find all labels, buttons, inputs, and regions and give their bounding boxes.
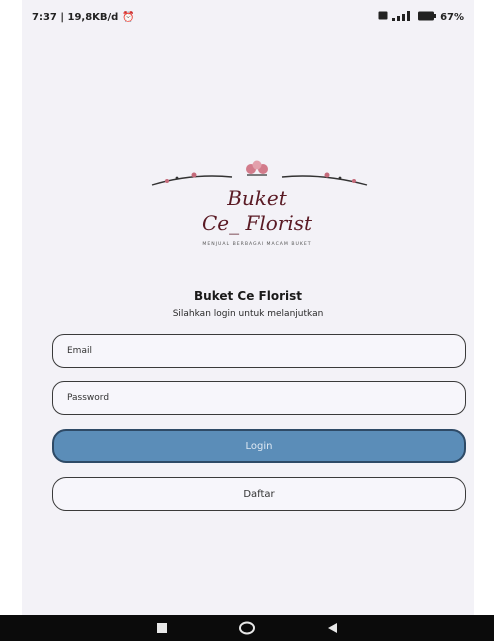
password-field[interactable] (52, 381, 466, 415)
password-input[interactable] (53, 393, 465, 403)
logo-line2: Ce_ Florist (202, 211, 313, 235)
login-button-label: Login (245, 440, 273, 452)
back-icon[interactable] (322, 620, 342, 636)
page-title: Buket Ce Florist (194, 289, 302, 303)
signal-icon (392, 10, 414, 24)
logo-tagline: MENJUAL BERBAGAI MACAM BUKET (202, 241, 311, 247)
app-screen: 7:37 | 19,8KB/d ⏰ 67% Buket Ce_ Florist … (22, 0, 474, 641)
battery-icon (418, 11, 437, 24)
sim-icon (378, 11, 388, 23)
page-subtitle: Silahkan login untuk melanjutkan (172, 309, 324, 319)
status-right: 67% (378, 10, 464, 24)
status-time-speed: 7:37 | 19,8KB/d (32, 11, 119, 23)
register-button-label: Daftar (243, 488, 275, 500)
register-button[interactable]: Daftar (52, 477, 466, 511)
status-left: 7:37 | 19,8KB/d ⏰ (32, 12, 135, 23)
home-icon[interactable] (237, 620, 257, 636)
email-field[interactable] (52, 334, 466, 368)
email-input[interactable] (53, 346, 465, 356)
brand-logo: Buket Ce_ Florist MENJUAL BERBAGAI MACAM… (132, 155, 382, 255)
status-bar: 7:37 | 19,8KB/d ⏰ 67% (22, 0, 474, 34)
recents-icon[interactable] (152, 620, 172, 636)
login-button[interactable]: Login (52, 429, 466, 463)
navigation-bar (0, 615, 494, 641)
alarm-icon: ⏰ (122, 11, 135, 23)
logo-line1: Buket (226, 186, 288, 210)
battery-level: 67% (440, 11, 464, 23)
